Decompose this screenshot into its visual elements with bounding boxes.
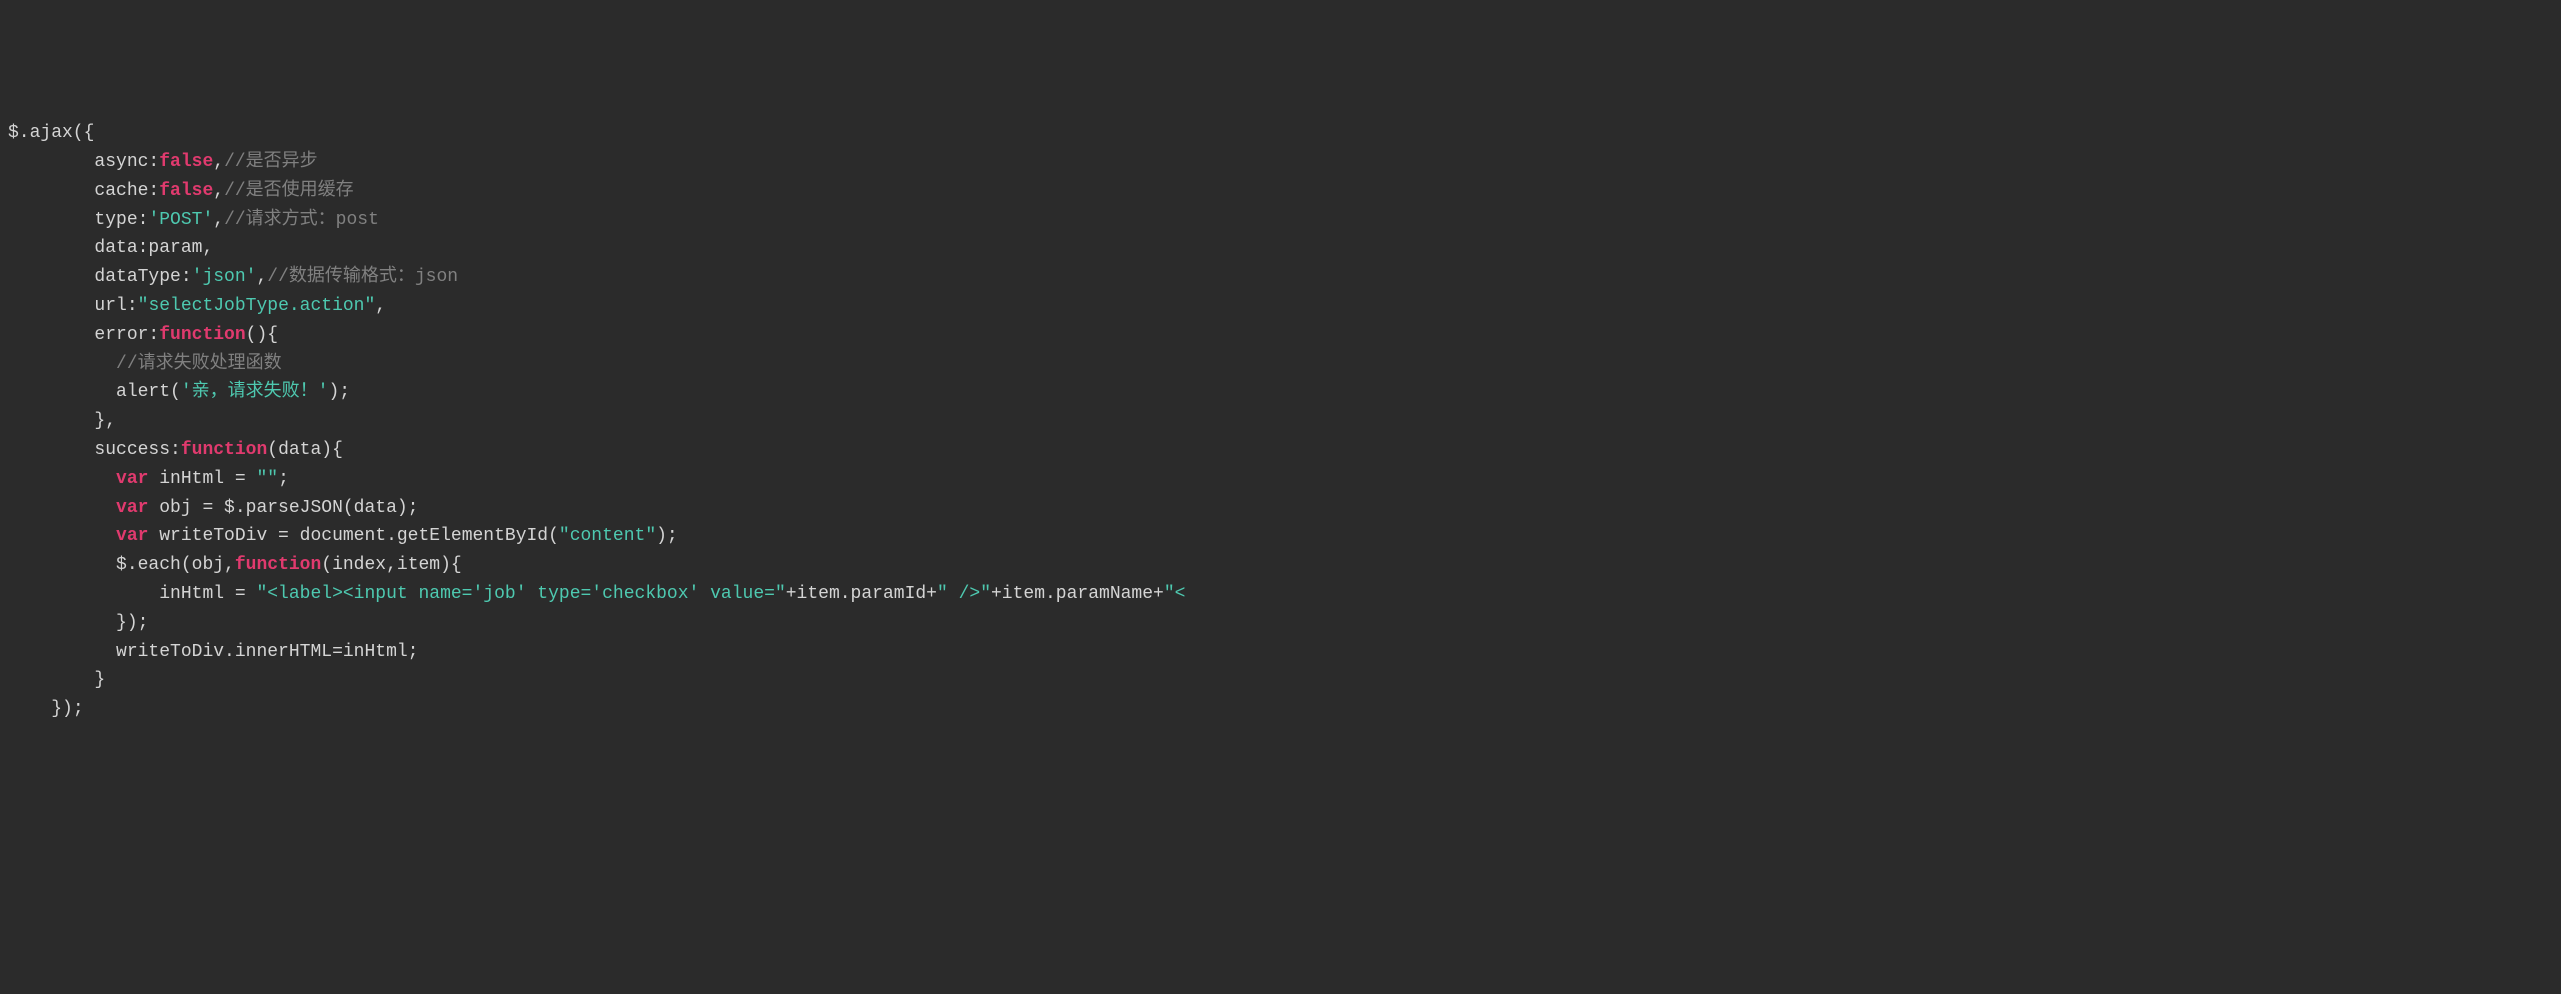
code-line[interactable]: var inHtml = "";: [8, 465, 2561, 494]
code-line[interactable]: alert('亲，请求失败！');: [8, 378, 2561, 407]
code-line[interactable]: var writeToDiv = document.getElementById…: [8, 522, 2561, 551]
code-line[interactable]: $.ajax({: [8, 119, 2561, 148]
code-token-keyword: function: [235, 555, 321, 575]
code-line[interactable]: success:function(data){: [8, 436, 2561, 465]
indent: [8, 325, 94, 345]
code-token-default: obj = $.parseJSON(data);: [148, 498, 418, 518]
code-token-default: writeToDiv.innerHTML=inHtml;: [116, 642, 418, 662]
indent: [8, 181, 94, 201]
code-token-default: cache:: [94, 181, 159, 201]
code-line[interactable]: }: [8, 666, 2561, 695]
code-token-default: ,: [213, 181, 224, 201]
indent: [8, 498, 116, 518]
code-token-default: ,: [213, 152, 224, 172]
indent: [8, 296, 94, 316]
indent: [8, 382, 116, 402]
code-token-keyword: false: [159, 181, 213, 201]
code-token-default: +item.paramName+: [991, 584, 1164, 604]
code-token-string: "<: [1164, 584, 1186, 604]
code-token-default: ,: [256, 267, 267, 287]
code-token-default: url:: [94, 296, 137, 316]
code-line[interactable]: async:false,//是否异步: [8, 148, 2561, 177]
indent: [8, 440, 94, 460]
code-token-default: }: [94, 670, 105, 690]
code-token-default: $.ajax({: [8, 123, 94, 143]
code-line[interactable]: type:'POST',//请求方式：post: [8, 206, 2561, 235]
indent: [8, 613, 116, 633]
indent: [8, 584, 159, 604]
code-token-comment: //请求失败处理函数: [116, 354, 282, 374]
code-token-keyword: var: [116, 469, 148, 489]
code-token-comment: //是否使用缓存: [224, 181, 354, 201]
code-line[interactable]: inHtml = "<label><input name='job' type=…: [8, 580, 2561, 609]
code-token-default: type:: [94, 210, 148, 230]
code-token-comment: //是否异步: [224, 152, 318, 172]
code-token-default: +item.paramId+: [786, 584, 937, 604]
code-token-string: "<label><input name='job' type='checkbox…: [256, 584, 785, 604]
indent: [8, 555, 116, 575]
indent: [8, 210, 94, 230]
code-token-string: "selectJobType.action": [138, 296, 376, 316]
code-token-default: inHtml =: [159, 584, 256, 604]
indent: [8, 469, 116, 489]
code-token-string: '亲，请求失败！': [181, 382, 329, 402]
code-token-default: (data){: [267, 440, 343, 460]
code-token-default: });: [116, 613, 148, 633]
code-token-keyword: var: [116, 526, 148, 546]
code-token-comment: //数据传输格式：json: [267, 267, 458, 287]
code-token-keyword: function: [181, 440, 267, 460]
indent: [8, 267, 94, 287]
indent: [8, 699, 51, 719]
code-line[interactable]: error:function(){: [8, 321, 2561, 350]
indent: [8, 526, 116, 546]
code-line[interactable]: url:"selectJobType.action",: [8, 292, 2561, 321]
code-token-default: dataType:: [94, 267, 191, 287]
code-token-default: (index,item){: [321, 555, 461, 575]
code-token-default: );: [656, 526, 678, 546]
code-token-string: 'json': [192, 267, 257, 287]
indent: [8, 354, 116, 374]
code-line[interactable]: var obj = $.parseJSON(data);: [8, 494, 2561, 523]
indent: [8, 642, 116, 662]
code-token-default: );: [328, 382, 350, 402]
code-token-default: writeToDiv = document.getElementById(: [148, 526, 558, 546]
code-token-string: 'POST': [148, 210, 213, 230]
code-token-default: ;: [278, 469, 289, 489]
indent: [8, 411, 94, 431]
code-line[interactable]: cache:false,//是否使用缓存: [8, 177, 2561, 206]
code-token-default: },: [94, 411, 116, 431]
code-line[interactable]: },: [8, 407, 2561, 436]
code-line[interactable]: writeToDiv.innerHTML=inHtml;: [8, 638, 2561, 667]
code-token-keyword: var: [116, 498, 148, 518]
code-token-comment: //请求方式：post: [224, 210, 379, 230]
code-token-default: (){: [246, 325, 278, 345]
code-token-string: "content": [559, 526, 656, 546]
code-line[interactable]: });: [8, 695, 2561, 724]
code-token-default: success:: [94, 440, 180, 460]
code-line[interactable]: });: [8, 609, 2561, 638]
indent: [8, 238, 94, 258]
code-token-default: error:: [94, 325, 159, 345]
code-line[interactable]: data:param,: [8, 234, 2561, 263]
code-line[interactable]: //请求失败处理函数: [8, 350, 2561, 379]
indent: [8, 670, 94, 690]
code-token-default: async:: [94, 152, 159, 172]
code-token-default: ,: [375, 296, 386, 316]
code-token-string: " />": [937, 584, 991, 604]
code-token-string: "": [256, 469, 278, 489]
code-token-keyword: function: [159, 325, 245, 345]
code-token-default: alert(: [116, 382, 181, 402]
code-line[interactable]: dataType:'json',//数据传输格式：json: [8, 263, 2561, 292]
code-token-keyword: false: [159, 152, 213, 172]
code-token-default: inHtml =: [148, 469, 256, 489]
code-token-default: $.each(obj,: [116, 555, 235, 575]
code-editor[interactable]: $.ajax({ async:false,//是否异步 cache:false,…: [0, 119, 2561, 724]
indent: [8, 152, 94, 172]
code-token-default: data:param,: [94, 238, 213, 258]
code-token-default: });: [51, 699, 83, 719]
code-line[interactable]: $.each(obj,function(index,item){: [8, 551, 2561, 580]
code-token-default: ,: [213, 210, 224, 230]
